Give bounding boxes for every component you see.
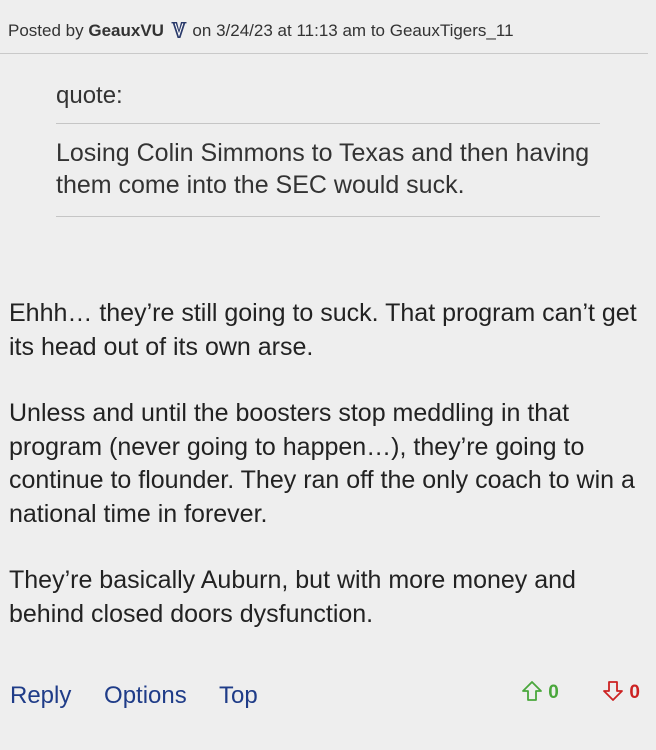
post-time: 11:13 am — [296, 21, 367, 40]
post-actions: Reply Options Top — [10, 682, 284, 710]
post-date: 3/24/23 — [216, 21, 273, 40]
author-name[interactable]: GeauxVU — [88, 21, 164, 40]
to-label: to — [370, 21, 385, 40]
vote-controls: 0 0 — [521, 680, 640, 706]
at-label: at — [277, 21, 292, 40]
post-body: Ehhh… they’re still going to suck. That … — [9, 297, 649, 664]
downvote-count: 0 — [629, 682, 640, 703]
quoted-text: Losing Colin Simmons to Texas and then h… — [56, 139, 590, 199]
posted-by-label: Posted by — [8, 21, 84, 40]
upvote-button[interactable]: 0 — [521, 680, 559, 706]
reply-link[interactable]: Reply — [10, 682, 71, 709]
top-link[interactable]: Top — [219, 682, 258, 709]
quote-label: quote: — [56, 82, 123, 109]
quote-top-divider — [56, 123, 600, 124]
options-link[interactable]: Options — [104, 682, 187, 709]
upvote-count: 0 — [548, 682, 559, 703]
recipient-name[interactable]: GeauxTigers_11 — [390, 21, 514, 40]
post-paragraph: Ehhh… they’re still going to suck. That … — [9, 299, 637, 361]
downvote-button[interactable]: 0 — [602, 680, 640, 706]
forum-post: Posted by GeauxVU on 3/24/23 at 11:13 am… — [0, 0, 656, 750]
post-header: Posted by GeauxVU on 3/24/23 at 11:13 am… — [8, 19, 514, 46]
vanderbilt-v-icon — [171, 21, 187, 46]
post-paragraph: They’re basically Auburn, but with more … — [9, 566, 576, 628]
on-label: on — [192, 21, 212, 40]
arrow-down-outline-icon — [602, 681, 629, 703]
post-paragraph: Unless and until the boosters stop meddl… — [9, 399, 635, 528]
quote-bottom-divider — [56, 216, 600, 217]
header-divider — [0, 53, 648, 54]
arrow-up-outline-icon — [521, 681, 548, 703]
